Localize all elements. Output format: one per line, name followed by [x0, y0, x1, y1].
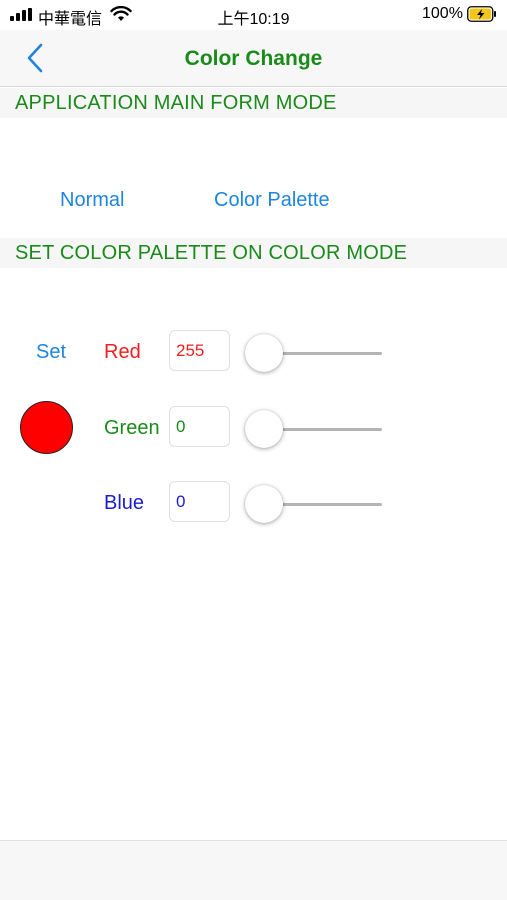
red-label: Red [104, 341, 141, 363]
main-form-mode-header-label: APPLICATION MAIN FORM MODE [15, 92, 337, 114]
color-palette-mode-button[interactable]: Color Palette [214, 189, 330, 212]
red-value-input[interactable] [169, 330, 230, 371]
blue-slider-thumb[interactable] [245, 485, 283, 523]
status-bar: 中華電信 上午10:19 100% [0, 0, 507, 30]
battery-percent: 100% [422, 5, 463, 22]
green-slider-thumb[interactable] [245, 410, 283, 448]
palette-mode-header: SET COLOR PALETTE ON COLOR MODE [0, 238, 507, 268]
normal-mode-button[interactable]: Normal [60, 189, 124, 212]
red-slider[interactable] [245, 333, 382, 373]
green-value-input[interactable] [169, 406, 230, 447]
green-label: Green [104, 417, 160, 439]
set-color-button[interactable]: Set [36, 341, 66, 364]
red-slider-thumb[interactable] [245, 334, 283, 372]
blue-label: Blue [104, 492, 145, 514]
navigation-bar: Color Change [0, 30, 507, 87]
page-title: Color Change [184, 47, 323, 70]
bottom-toolbar [0, 840, 507, 900]
blue-slider[interactable] [245, 484, 382, 524]
battery-charging-icon [467, 6, 496, 22]
main-form-mode-header: APPLICATION MAIN FORM MODE [0, 88, 507, 118]
blue-value-input[interactable] [169, 481, 230, 522]
palette-mode-header-label: SET COLOR PALETTE ON COLOR MODE [15, 242, 408, 264]
green-slider[interactable] [245, 409, 382, 449]
color-preview-swatch [20, 401, 73, 454]
